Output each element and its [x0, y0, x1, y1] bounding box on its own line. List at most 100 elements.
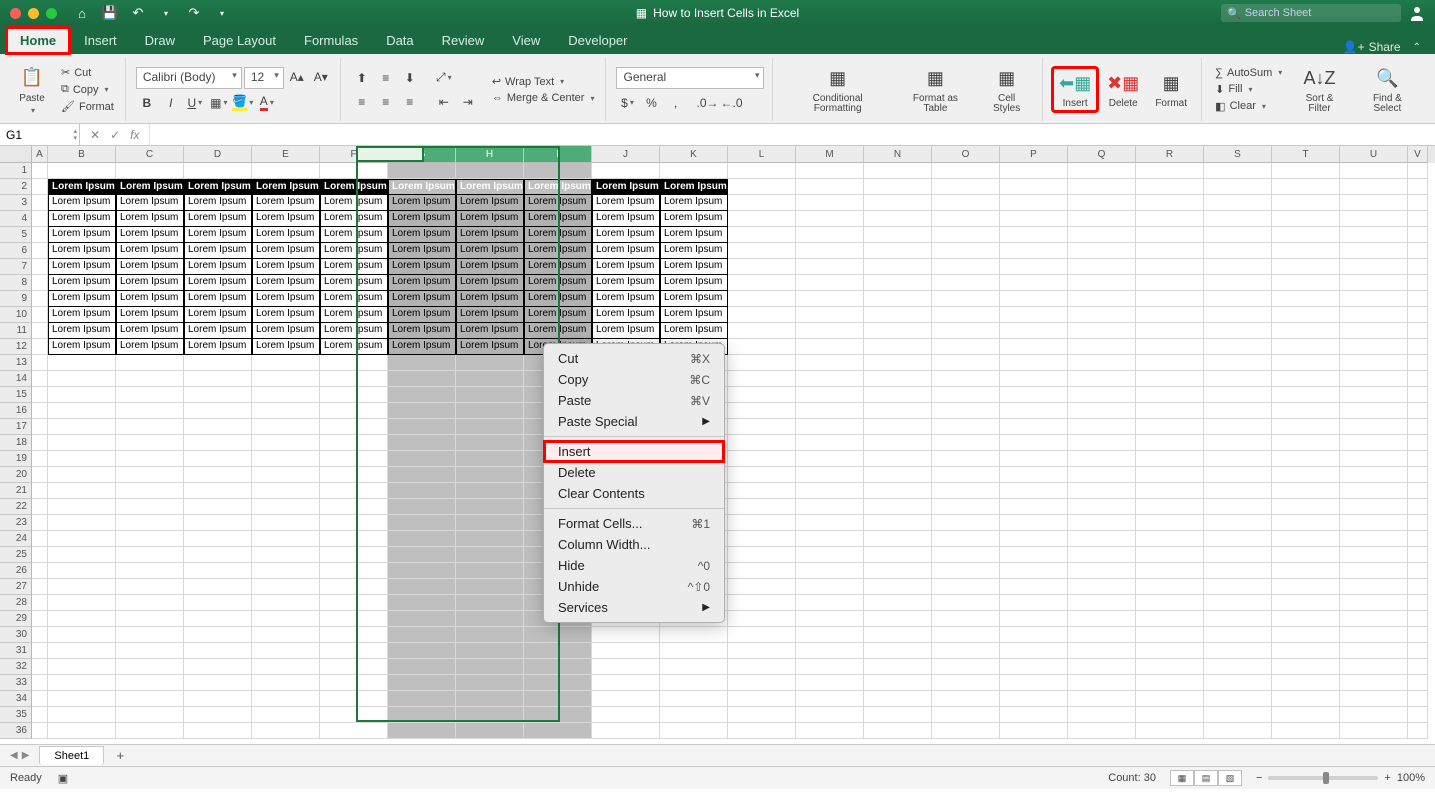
increase-indent-icon[interactable]: ⇥ — [457, 92, 479, 112]
cell[interactable] — [1340, 547, 1408, 563]
cell[interactable] — [388, 579, 456, 595]
cell[interactable]: Lorem Ipsum — [252, 307, 320, 323]
cell[interactable] — [864, 547, 932, 563]
cell[interactable] — [524, 675, 592, 691]
cell[interactable]: Lorem Ipsum — [252, 291, 320, 307]
cell[interactable]: Lorem Ipsum — [388, 275, 456, 291]
cell[interactable]: Lorem Ipsum — [48, 227, 116, 243]
cell[interactable] — [456, 627, 524, 643]
cell[interactable] — [1272, 387, 1340, 403]
cell[interactable] — [728, 515, 796, 531]
cell[interactable] — [32, 531, 48, 547]
cell[interactable] — [1272, 675, 1340, 691]
row-header-10[interactable]: 10 — [0, 307, 32, 323]
cell[interactable] — [1204, 643, 1272, 659]
cell[interactable] — [1204, 307, 1272, 323]
cell[interactable] — [932, 307, 1000, 323]
cut-button[interactable]: ✂︎Cut — [58, 65, 117, 80]
align-top-icon[interactable]: ⬆ — [351, 68, 373, 88]
cell[interactable]: Lorem Ipsum — [48, 195, 116, 211]
cell[interactable]: Lorem Ipsum — [184, 291, 252, 307]
cell[interactable] — [252, 515, 320, 531]
cell[interactable] — [320, 675, 388, 691]
cell[interactable] — [660, 627, 728, 643]
col-header-J[interactable]: J — [592, 146, 660, 163]
cell[interactable]: Lorem Ipsum — [48, 211, 116, 227]
cell[interactable] — [116, 435, 184, 451]
cell[interactable] — [116, 451, 184, 467]
cell[interactable] — [1204, 355, 1272, 371]
cell[interactable] — [184, 547, 252, 563]
cell[interactable] — [32, 403, 48, 419]
cell[interactable] — [116, 707, 184, 723]
cell[interactable] — [932, 659, 1000, 675]
cell[interactable] — [728, 435, 796, 451]
cell[interactable] — [592, 627, 660, 643]
cell[interactable] — [1340, 371, 1408, 387]
cell[interactable] — [796, 547, 864, 563]
cell[interactable] — [1272, 611, 1340, 627]
cell[interactable] — [1068, 723, 1136, 739]
cell[interactable] — [1340, 163, 1408, 179]
cell[interactable] — [184, 387, 252, 403]
cell[interactable]: Lorem Ipsum — [252, 259, 320, 275]
cell[interactable] — [252, 659, 320, 675]
cell[interactable]: Lorem Ipsum — [320, 339, 388, 355]
cell[interactable] — [932, 531, 1000, 547]
select-all-corner[interactable] — [0, 146, 32, 163]
cell[interactable] — [1408, 243, 1428, 259]
cell[interactable] — [1000, 723, 1068, 739]
cell[interactable] — [1068, 707, 1136, 723]
cell[interactable] — [796, 323, 864, 339]
cell[interactable] — [1340, 483, 1408, 499]
col-header-N[interactable]: N — [864, 146, 932, 163]
cell[interactable] — [1340, 579, 1408, 595]
cell[interactable] — [1068, 387, 1136, 403]
cell[interactable] — [728, 355, 796, 371]
cell[interactable] — [116, 547, 184, 563]
row-header-17[interactable]: 17 — [0, 419, 32, 435]
cell[interactable] — [32, 723, 48, 739]
cell[interactable] — [1340, 595, 1408, 611]
fill-color-button[interactable]: 🪣▾ — [232, 93, 254, 113]
cell[interactable] — [932, 499, 1000, 515]
cell[interactable]: Lorem Ipsum — [252, 339, 320, 355]
col-header-E[interactable]: E — [252, 146, 320, 163]
cell[interactable] — [932, 675, 1000, 691]
cell[interactable] — [796, 707, 864, 723]
cell[interactable]: Lorem Ipsum — [320, 307, 388, 323]
cell[interactable]: Lorem Ipsum — [184, 307, 252, 323]
cell[interactable] — [864, 611, 932, 627]
cell[interactable] — [456, 435, 524, 451]
cell[interactable] — [1136, 659, 1204, 675]
row-header-28[interactable]: 28 — [0, 595, 32, 611]
cell[interactable]: Lorem Ipsum — [116, 179, 184, 195]
cell[interactable] — [388, 611, 456, 627]
close-window-icon[interactable] — [10, 8, 21, 19]
cell[interactable] — [48, 643, 116, 659]
cell[interactable] — [728, 723, 796, 739]
cell[interactable] — [252, 595, 320, 611]
cell[interactable]: Lorem Ipsum — [320, 211, 388, 227]
cell[interactable] — [32, 611, 48, 627]
cell[interactable] — [1068, 339, 1136, 355]
cell[interactable] — [32, 291, 48, 307]
cell[interactable]: Lorem Ipsum — [116, 211, 184, 227]
cell[interactable] — [1000, 323, 1068, 339]
cell[interactable] — [660, 707, 728, 723]
cell[interactable] — [796, 435, 864, 451]
cell[interactable] — [1068, 579, 1136, 595]
cell[interactable] — [1136, 515, 1204, 531]
cell[interactable] — [1136, 227, 1204, 243]
cell[interactable]: Lorem Ipsum — [116, 227, 184, 243]
cell[interactable] — [932, 723, 1000, 739]
cell[interactable] — [184, 723, 252, 739]
cell[interactable] — [320, 387, 388, 403]
cell[interactable] — [48, 707, 116, 723]
cell[interactable] — [456, 403, 524, 419]
cell[interactable] — [252, 627, 320, 643]
cell[interactable] — [796, 387, 864, 403]
cell[interactable]: Lorem Ipsum — [48, 259, 116, 275]
cell[interactable] — [48, 675, 116, 691]
cell[interactable]: Lorem Ipsum — [48, 323, 116, 339]
